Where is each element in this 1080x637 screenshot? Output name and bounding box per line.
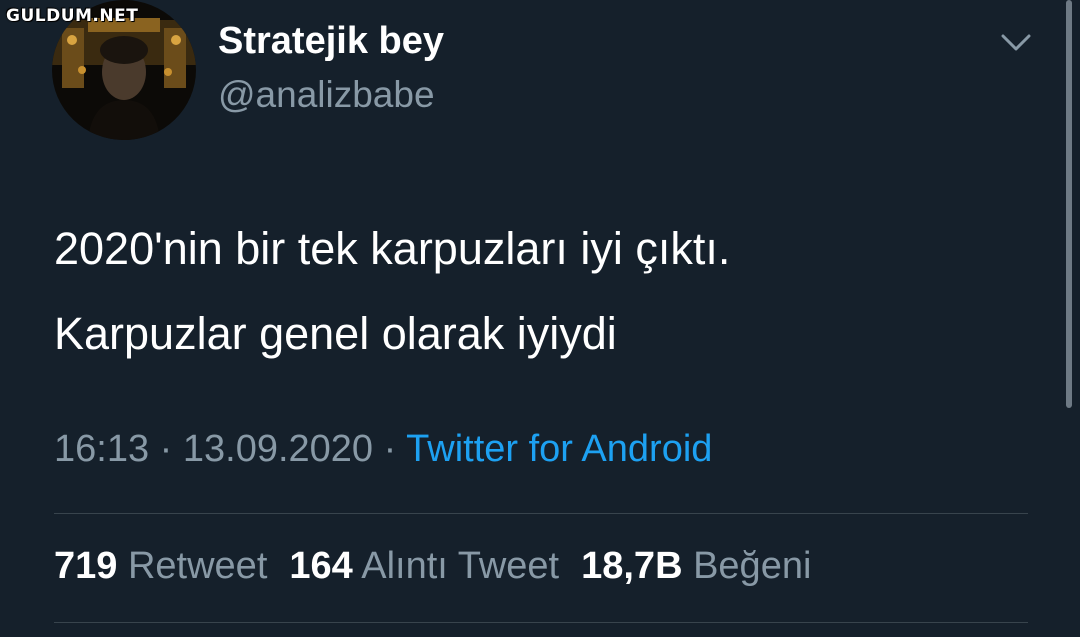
display-name[interactable]: Stratejik bey (218, 20, 444, 63)
likes-count: 18,7B (581, 545, 683, 587)
likes-label: Beğeni (693, 545, 812, 587)
scrollbar[interactable] (1066, 0, 1072, 408)
tweet-stats: 719 Retweet 164 Alıntı Tweet 18,7B Beğeni (54, 545, 811, 588)
tweet-meta: 16:13 · 13.09.2020 · Twitter for Android (54, 428, 712, 471)
divider (54, 513, 1028, 514)
tweet-time[interactable]: 16:13 (54, 428, 149, 470)
watermark-logo: GULDUM.NET (6, 6, 139, 26)
meta-separator: · (383, 428, 397, 470)
quotes-count: 164 (289, 545, 353, 587)
user-handle[interactable]: @analizbabe (218, 74, 435, 116)
tweet-text-line: Karpuzlar genel olarak iyiydi (54, 308, 617, 359)
tweet-date[interactable]: 13.09.2020 (183, 428, 373, 470)
tweet-source-link[interactable]: Twitter for Android (406, 428, 712, 470)
quotes-label: Alıntı Tweet (361, 545, 560, 587)
likes-stat[interactable]: 18,7B Beğeni (581, 545, 811, 587)
retweets-stat[interactable]: 719 Retweet (54, 545, 267, 587)
quotes-stat[interactable]: 164 Alıntı Tweet (289, 545, 559, 587)
meta-separator: · (159, 428, 173, 470)
retweets-label: Retweet (127, 545, 268, 587)
divider (54, 622, 1028, 623)
tweet-text: 2020'nin bir tek karpuzları iyi çıktı. K… (54, 206, 1014, 376)
tweet-text-line: 2020'nin bir tek karpuzları iyi çıktı. (54, 223, 731, 274)
retweets-count: 719 (54, 545, 118, 587)
chevron-down-icon[interactable] (998, 28, 1034, 56)
